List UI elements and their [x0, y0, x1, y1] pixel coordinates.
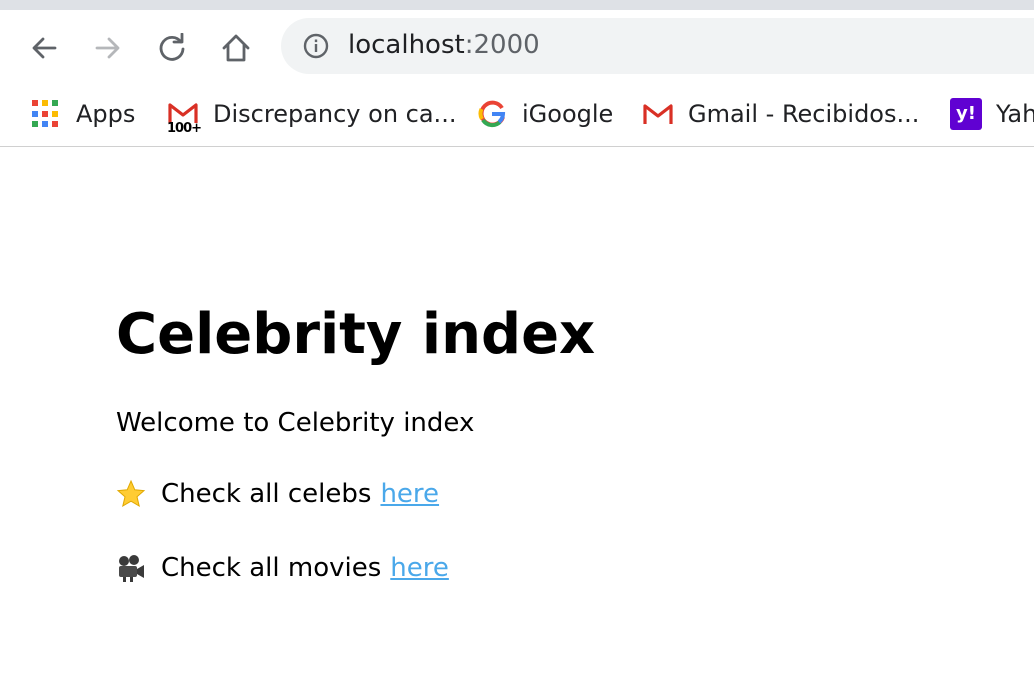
celebs-text: Check all celebs [161, 479, 372, 509]
bookmark-label: Gmail - Recibidos... [688, 100, 920, 128]
url-host: localhost [348, 30, 465, 60]
forward-button[interactable] [90, 30, 126, 66]
bookmark-apps[interactable]: Apps [30, 96, 135, 132]
bookmark-gmail-recibidos[interactable]: Gmail - Recibidos... [642, 96, 919, 132]
forward-icon [95, 37, 120, 59]
browser-toolbar: localhost:2000 [0, 10, 1034, 84]
celebs-link[interactable]: here [380, 477, 439, 511]
url-port: :2000 [464, 30, 540, 60]
url-text[interactable]: localhost:2000 [348, 29, 540, 61]
home-button[interactable] [218, 30, 254, 66]
bookmark-label: Apps [76, 100, 136, 128]
movie-camera-icon [116, 553, 146, 583]
bookmark-discrepancy[interactable]: 100+ Discrepancy on ca... [167, 96, 457, 136]
welcome-text: Welcome to Celebrity index [116, 408, 475, 438]
movies-link[interactable]: here [390, 551, 449, 585]
google-icon [476, 98, 508, 130]
unread-badge: 100+ [167, 121, 202, 136]
bookmark-label: Discrepancy on ca... [213, 100, 457, 128]
yahoo-icon: y! [950, 98, 982, 130]
page-title: Celebrity index [116, 302, 596, 367]
bookmarks-bar: Apps 100+ Discrepancy on ca... iGoogle G… [0, 84, 1034, 147]
back-icon [32, 37, 57, 59]
reload-button[interactable] [154, 30, 190, 66]
address-bar[interactable]: localhost:2000 [281, 18, 1034, 74]
movies-text: Check all movies [161, 553, 382, 583]
home-icon [222, 34, 250, 62]
bookmark-label: iGoogle [522, 100, 614, 128]
bookmark-yahoo[interactable]: y! Yah [950, 96, 1034, 132]
bookmark-label: Yah [996, 100, 1034, 128]
movies-row: Check all movies here [116, 551, 449, 585]
apps-grid-icon [30, 98, 62, 130]
info-icon[interactable] [303, 33, 329, 59]
star-icon [116, 479, 146, 509]
window-top-strip [0, 0, 1034, 10]
reload-icon [159, 33, 185, 61]
gmail-icon: 100+ [167, 98, 202, 136]
gmail-icon [642, 98, 674, 130]
bookmark-igoogle[interactable]: iGoogle [476, 96, 613, 132]
back-button[interactable] [26, 30, 62, 66]
celebs-row: Check all celebs here [116, 477, 439, 511]
